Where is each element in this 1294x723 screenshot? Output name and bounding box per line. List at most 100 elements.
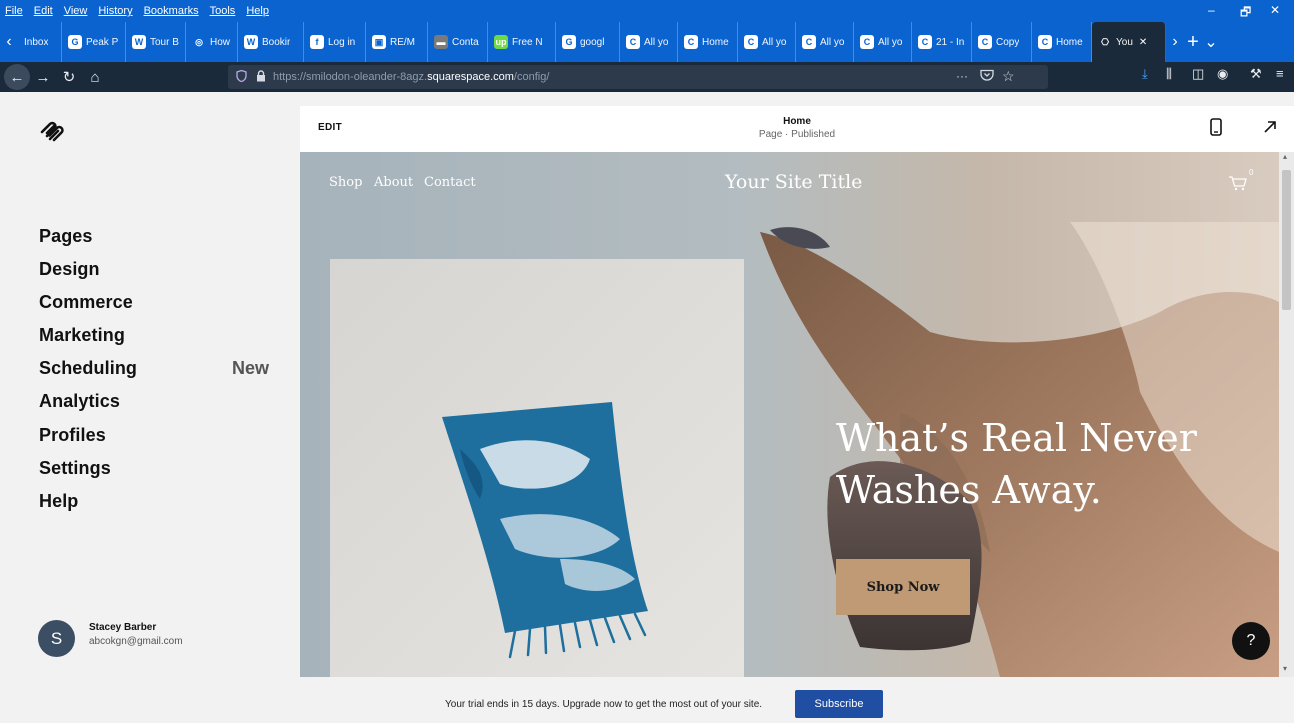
browser-tab[interactable]: W Tour B — [126, 22, 186, 62]
restore-icon[interactable]: 🗗 — [1240, 3, 1251, 24]
page-title: Home — [783, 116, 811, 127]
browser-tab-label: All yo — [820, 36, 845, 48]
sidebar-item-pages[interactable]: Pages — [39, 226, 93, 247]
back-icon[interactable]: ← — [4, 64, 30, 90]
forward-icon[interactable]: → — [30, 64, 56, 90]
site-nav-about[interactable]: About — [374, 175, 413, 190]
account-icon[interactable]: ◉ — [1217, 66, 1228, 82]
browser-tab[interactable]: f Log in — [304, 22, 366, 62]
sidebar-item-profiles[interactable]: Profiles — [39, 425, 106, 446]
sidebar-item-marketing[interactable]: Marketing — [39, 325, 125, 346]
subscribe-button[interactable]: Subscribe — [795, 690, 883, 718]
site-nav-contact[interactable]: Contact — [424, 175, 476, 190]
squarespace-icon: ⎔ — [1098, 35, 1112, 49]
browser-tab[interactable]: Inbox — [18, 22, 62, 62]
browser-tab[interactable]: Ggoogl — [556, 22, 620, 62]
menu-view[interactable]: View — [59, 5, 94, 17]
site-title[interactable]: Your Site Title — [725, 171, 862, 193]
menu-tools[interactable]: Tools — [205, 5, 242, 17]
sidebar-icon[interactable]: ◫ — [1192, 66, 1204, 82]
tab-scroll-right-icon[interactable]: › — [1166, 33, 1184, 51]
new-badge: New — [232, 358, 270, 378]
sidebar-item-analytics[interactable]: Analytics — [39, 391, 120, 412]
hero-heading[interactable]: What’s Real Never Washes Away. — [836, 412, 1276, 516]
url-bar[interactable]: https://smilodon-oleander-8agz.squarespa… — [228, 65, 1048, 89]
library-icon[interactable]: ⫼ — [1166, 66, 1172, 82]
user-email: abcokgn@gmail.com — [89, 636, 183, 647]
browser-tab[interactable]: ⎔ You ✕ — [1092, 22, 1166, 62]
google-icon: G — [68, 35, 82, 49]
tab-scroll-left-icon[interactable]: ‹ — [0, 33, 18, 51]
site-nav-shop[interactable]: Shop — [329, 175, 362, 190]
browser-tab[interactable]: C 21 - In — [912, 22, 972, 62]
browser-tab[interactable]: ▬ Conta — [428, 22, 488, 62]
browser-tab[interactable]: C All yo — [620, 22, 678, 62]
extensions-icon[interactable]: ⚒ — [1250, 66, 1262, 82]
browser-tab-label: Log in — [328, 36, 356, 48]
c-icon: C — [860, 35, 874, 49]
menu-bookmarks[interactable]: Bookmarks — [139, 5, 205, 17]
sidebar: Pages Design Commerce Marketing Scheduling Ne… — [0, 92, 300, 723]
lock-icon[interactable] — [256, 69, 268, 85]
browser-tab-label: Home — [702, 36, 729, 48]
mobile-preview-icon[interactable] — [1210, 118, 1222, 141]
close-tab-icon[interactable]: ✕ — [1139, 37, 1147, 48]
scroll-up-icon[interactable]: ▴ — [1283, 152, 1287, 161]
browser-tab[interactable]: ◎ How t — [186, 22, 238, 62]
globe-icon: ◎ — [192, 35, 206, 49]
help-button[interactable]: ? — [1232, 622, 1270, 660]
site-preview[interactable]: Shop About Contact Your Site Title 0 Wha… — [300, 152, 1279, 677]
url-text[interactable]: https://smilodon-oleander-8agz.squarespa… — [273, 71, 549, 83]
c-icon: C — [744, 35, 758, 49]
browser-tab[interactable]: C All yo — [796, 22, 854, 62]
user-name[interactable]: Stacey Barber — [89, 622, 156, 633]
page-status: Page · Published — [758, 129, 836, 140]
browser-tab[interactable]: C Copy — [972, 22, 1032, 62]
app-menu-icon[interactable]: ≡ — [1276, 66, 1284, 81]
preview-scrollbar[interactable]: ▴ ▾ — [1279, 152, 1294, 677]
sidebar-item-commerce[interactable]: Commerce — [39, 292, 133, 313]
sidebar-item-help[interactable]: Help — [39, 491, 78, 512]
menu-file[interactable]: File — [0, 5, 29, 17]
cart-count: 0 — [1249, 168, 1254, 177]
w-icon: W — [244, 35, 258, 49]
cart-icon[interactable] — [1228, 172, 1250, 192]
browser-tab[interactable]: up Free N — [488, 22, 556, 62]
new-tab-icon[interactable]: + — [1184, 31, 1202, 54]
bookmark-star-icon[interactable]: ☆ — [1002, 68, 1015, 85]
menu-edit[interactable]: Edit — [29, 5, 59, 17]
sidebar-item-settings[interactable]: Settings — [39, 458, 111, 479]
shield-icon[interactable] — [236, 69, 250, 85]
avatar[interactable]: S — [38, 620, 75, 657]
product-image — [330, 259, 744, 677]
downloads-icon[interactable]: ⤓ — [1142, 66, 1148, 82]
page-actions-icon[interactable]: ··· — [956, 69, 968, 83]
sidebar-item-scheduling[interactable]: Scheduling — [39, 358, 137, 379]
minimize-icon[interactable]: – — [1208, 3, 1215, 17]
upwork-icon: up — [494, 35, 508, 49]
browser-tab-label: Peak P — [86, 36, 119, 48]
menu-help[interactable]: Help — [241, 5, 275, 17]
facebook-icon: f — [310, 35, 324, 49]
remax-icon: ▣ — [372, 35, 386, 49]
home-icon[interactable]: ⌂ — [82, 64, 108, 90]
sidebar-item-design[interactable]: Design — [39, 259, 100, 280]
tab-list-icon[interactable]: ⌄ — [1202, 32, 1220, 52]
browser-tab[interactable]: C All yo — [738, 22, 796, 62]
shop-now-button[interactable]: Shop Now — [836, 559, 970, 615]
browser-tab[interactable]: G Peak P — [62, 22, 126, 62]
scrollbar-thumb[interactable] — [1282, 170, 1291, 310]
menu-history[interactable]: History — [93, 5, 138, 17]
scroll-down-icon[interactable]: ▾ — [1283, 664, 1287, 673]
close-window-icon[interactable]: ✕ — [1270, 3, 1280, 17]
pocket-icon[interactable] — [980, 69, 994, 85]
reload-icon[interactable]: ↻ — [56, 64, 82, 90]
browser-tab[interactable]: C Home — [678, 22, 738, 62]
browser-tab[interactable]: ▣ RE/M — [366, 22, 428, 62]
navigation-toolbar: ← → ↻ ⌂ https://smilodon-oleander-8agz.s… — [0, 62, 1294, 92]
browser-tab[interactable]: C Home — [1032, 22, 1092, 62]
browser-tab[interactable]: C All yo — [854, 22, 912, 62]
squarespace-logo-icon[interactable] — [38, 120, 66, 144]
browser-tab[interactable]: W Bookir — [238, 22, 304, 62]
expand-arrow-icon[interactable] — [1263, 120, 1277, 139]
